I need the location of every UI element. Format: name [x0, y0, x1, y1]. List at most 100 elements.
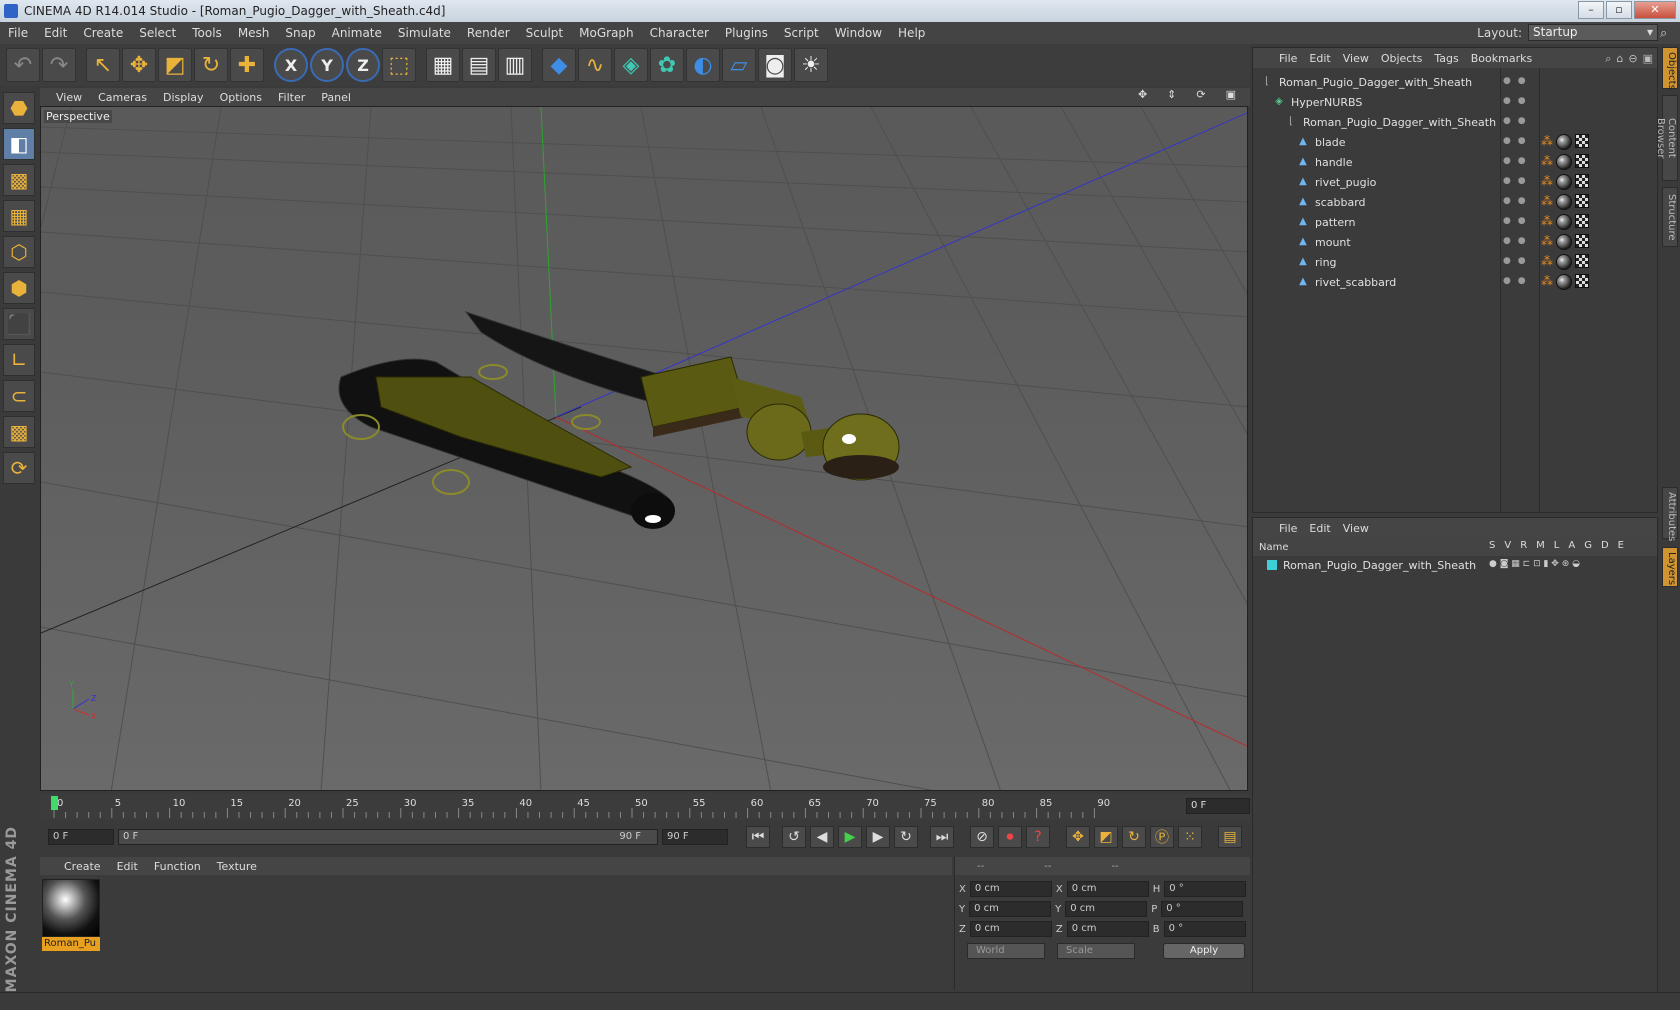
- phong-tag-icon[interactable]: ⁂: [1541, 254, 1553, 268]
- uvw-tag-icon[interactable]: [1575, 194, 1589, 208]
- viewport-perspective[interactable]: Y Z X Perspective: [40, 106, 1248, 791]
- minimize-button[interactable]: –: [1578, 1, 1604, 19]
- layer-menu-file[interactable]: File: [1273, 522, 1303, 535]
- menu-render[interactable]: Render: [459, 26, 518, 40]
- viewport-menu-display[interactable]: Display: [155, 91, 212, 104]
- home-icon[interactable]: ⌂: [1616, 52, 1623, 66]
- scale-icon[interactable]: ◩: [158, 48, 192, 82]
- material-menu-create[interactable]: Create: [56, 860, 109, 873]
- object-row[interactable]: ▲ scabbard ● ● ⁂: [1253, 192, 1659, 212]
- redo-icon[interactable]: ↷: [42, 48, 76, 82]
- workplane-icon[interactable]: ▦: [3, 200, 35, 232]
- x-axis-icon[interactable]: X: [274, 48, 308, 82]
- coordinate-field[interactable]: 0 cm: [1066, 921, 1149, 937]
- phong-tag-icon[interactable]: ⁂: [1541, 174, 1553, 188]
- menu-simulate[interactable]: Simulate: [390, 26, 459, 40]
- layer-color-swatch[interactable]: [1267, 560, 1277, 570]
- array-icon[interactable]: ✿: [650, 48, 684, 82]
- object-menu-view[interactable]: View: [1337, 52, 1375, 65]
- playhead[interactable]: [51, 796, 58, 810]
- material-tag-icon[interactable]: [1556, 154, 1572, 170]
- phong-tag-icon[interactable]: ⁂: [1541, 134, 1553, 148]
- phong-tag-icon[interactable]: ⁂: [1541, 274, 1553, 288]
- layer-menu-view[interactable]: View: [1337, 522, 1375, 535]
- visibility-dots[interactable]: ● ●: [1503, 156, 1528, 166]
- planar-workplane-icon[interactable]: ⟳: [3, 452, 35, 484]
- object-row[interactable]: ▲ mount ● ● ⁂: [1253, 232, 1659, 252]
- coordinate-field[interactable]: 0 °: [1161, 901, 1244, 917]
- camera-icon[interactable]: ◙: [758, 48, 792, 82]
- orbit-icon[interactable]: ⟳: [1188, 88, 1213, 101]
- z-axis-icon[interactable]: Z: [346, 48, 380, 82]
- axis-mode-icon[interactable]: ∟: [3, 344, 35, 376]
- material-menu-function[interactable]: Function: [146, 860, 209, 873]
- light-icon[interactable]: ☀: [794, 48, 828, 82]
- rotation-key-icon[interactable]: ↻: [1122, 826, 1146, 848]
- object-row[interactable]: ▲ rivet_pugio ● ● ⁂: [1253, 172, 1659, 192]
- maximize-button[interactable]: ▫: [1606, 1, 1632, 19]
- texture-mode-icon[interactable]: ▩: [3, 164, 35, 196]
- previous-key-icon[interactable]: ↺: [782, 826, 806, 848]
- side-tab-attributes[interactable]: Attributes: [1662, 487, 1678, 541]
- material-tag-icon[interactable]: [1556, 174, 1572, 190]
- material-tag-icon[interactable]: [1556, 214, 1572, 230]
- menu-mesh[interactable]: Mesh: [230, 26, 278, 40]
- layout-dropdown[interactable]: Startup: [1528, 24, 1658, 41]
- position-key-icon[interactable]: ✥: [1066, 826, 1090, 848]
- menu-animate[interactable]: Animate: [324, 26, 390, 40]
- menu-character[interactable]: Character: [642, 26, 717, 40]
- phong-tag-icon[interactable]: ⁂: [1541, 154, 1553, 168]
- object-menu-edit[interactable]: Edit: [1303, 52, 1336, 65]
- menu-edit[interactable]: Edit: [36, 26, 75, 40]
- material-item[interactable]: Roman_Pu: [42, 879, 100, 951]
- material-menu-edit[interactable]: Edit: [109, 860, 146, 873]
- menu-create[interactable]: Create: [75, 26, 131, 40]
- record-keys-icon[interactable]: ⊘: [970, 826, 994, 848]
- visibility-dots[interactable]: ● ●: [1503, 96, 1528, 106]
- scale-key-icon[interactable]: ◩: [1094, 826, 1118, 848]
- y-axis-icon[interactable]: Y: [310, 48, 344, 82]
- visibility-dots[interactable]: ● ●: [1503, 196, 1528, 206]
- viewport-menu-filter[interactable]: Filter: [270, 91, 313, 104]
- timeline-icon[interactable]: ▤: [1218, 826, 1242, 848]
- point-level-icon[interactable]: ⁙: [1178, 826, 1202, 848]
- visibility-dots[interactable]: ● ●: [1503, 276, 1528, 286]
- visibility-dots[interactable]: ● ●: [1503, 76, 1528, 86]
- visibility-dots[interactable]: ● ●: [1503, 256, 1528, 266]
- coordinate-system-icon[interactable]: ⬚: [382, 48, 416, 82]
- material-tag-icon[interactable]: [1556, 194, 1572, 210]
- side-tab-structure[interactable]: Structure: [1662, 187, 1678, 247]
- uvw-tag-icon[interactable]: [1575, 154, 1589, 168]
- model-mode-icon[interactable]: ◧: [3, 128, 35, 160]
- phong-tag-icon[interactable]: ⁂: [1541, 234, 1553, 248]
- object-row[interactable]: ▲ blade ● ● ⁂: [1253, 132, 1659, 152]
- layer-row[interactable]: Roman_Pugio_Dagger_with_Sheath ● ◙ ▦ ⊏ ⊡ …: [1253, 556, 1657, 574]
- menu-script[interactable]: Script: [776, 26, 827, 40]
- side-tab-content-browser[interactable]: Content Browser: [1655, 95, 1678, 181]
- locked-workplane-icon[interactable]: ▩: [3, 416, 35, 448]
- panel-icon[interactable]: ▣: [1643, 52, 1653, 66]
- object-row[interactable]: ▲ pattern ● ● ⁂: [1253, 212, 1659, 232]
- render-picture-viewer-icon[interactable]: ▤: [462, 48, 496, 82]
- phong-tag-icon[interactable]: ⁂: [1541, 194, 1553, 208]
- visibility-dots[interactable]: ● ●: [1503, 136, 1528, 146]
- coordinate-field[interactable]: 0 cm: [969, 881, 1052, 897]
- search-icon[interactable]: ⌕: [1605, 52, 1611, 66]
- uvw-tag-icon[interactable]: [1575, 174, 1589, 188]
- layer-menu-edit[interactable]: Edit: [1303, 522, 1336, 535]
- menu-select[interactable]: Select: [131, 26, 184, 40]
- pan-icon[interactable]: ✥: [1130, 88, 1155, 101]
- material-tag-icon[interactable]: [1556, 234, 1572, 250]
- snap-icon[interactable]: ⊂: [3, 380, 35, 412]
- render-view-icon[interactable]: ▦: [426, 48, 460, 82]
- timeline-ruler[interactable]: 0 5 10 15 20 25 30 35 40 45 50 55 60 65 70 75 80 85 90 0 F: [40, 794, 1250, 820]
- side-tab-layers[interactable]: Layers: [1662, 547, 1678, 587]
- menu-snap[interactable]: Snap: [277, 26, 323, 40]
- visibility-dots[interactable]: ● ●: [1503, 176, 1528, 186]
- visibility-dots[interactable]: ● ●: [1503, 216, 1528, 226]
- nurbs-icon[interactable]: ◈: [614, 48, 648, 82]
- object-row[interactable]: ▲ rivet_scabbard ● ● ⁂: [1253, 272, 1659, 292]
- layer-toggle-icons[interactable]: ● ◙ ▦ ⊏ ⊡ ▮ ✥ ⊛ ◒: [1489, 559, 1580, 569]
- keyframe-selection-icon[interactable]: ?: [1026, 826, 1050, 848]
- live-selection-icon[interactable]: ↖: [86, 48, 120, 82]
